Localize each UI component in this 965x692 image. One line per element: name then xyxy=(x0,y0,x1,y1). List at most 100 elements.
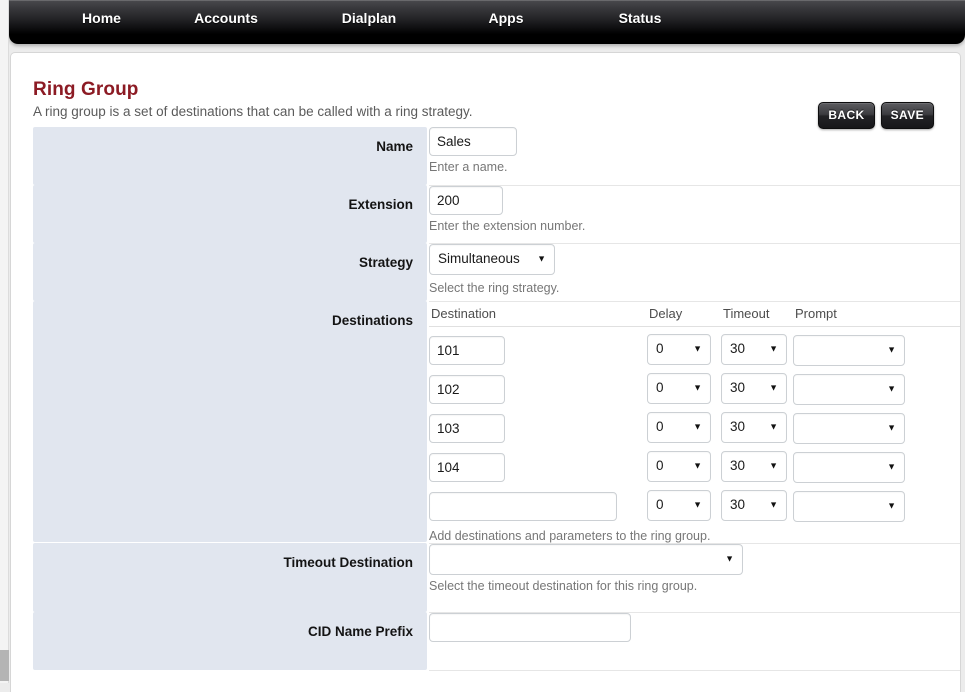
prompt-cell: ▼ xyxy=(793,451,913,483)
chevron-down-icon: ▼ xyxy=(693,343,702,354)
destination-cell xyxy=(429,452,647,482)
timeout-select[interactable]: 30 ▼ xyxy=(721,489,787,521)
page-header: Ring Group A ring group is a set of dest… xyxy=(11,53,960,129)
nav-item-home[interactable]: Home xyxy=(54,0,149,36)
chevron-down-icon: ▼ xyxy=(537,253,546,264)
field-cell-timeout-destination: ▼ Select the timeout destination for thi… xyxy=(429,543,960,613)
label-cell-strategy: Strategy xyxy=(11,243,429,301)
delay-select[interactable]: 0 ▼ xyxy=(647,333,711,365)
timeout-select[interactable]: 30 ▼ xyxy=(721,411,787,443)
timeout-destination-select[interactable]: ▼ xyxy=(429,543,743,575)
chevron-down-icon: ▼ xyxy=(769,343,778,354)
destination-row: 0▼30▼▼ xyxy=(429,333,960,367)
label-cell-extension: Extension xyxy=(11,185,429,243)
field-cell-destinations: Destination Delay Timeout Prompt 0▼30▼▼0… xyxy=(429,301,960,544)
destination-input[interactable] xyxy=(429,374,505,404)
prompt-select[interactable]: ▼ xyxy=(793,412,905,444)
field-cell-extension: Enter the extension number. xyxy=(429,185,960,244)
destination-row: 0▼30▼▼ xyxy=(429,450,960,484)
field-cell-strategy: Simultaneous ▼ Select the ring strategy. xyxy=(429,243,960,302)
timeout-cell: 30 ▼ xyxy=(721,372,793,406)
column-header-destination: Destination xyxy=(431,305,497,321)
chevron-down-icon: ▼ xyxy=(693,421,702,432)
hint-destinations: Add destinations and parameters to the r… xyxy=(429,528,711,543)
nav-item-dialplan[interactable]: Dialplan xyxy=(319,0,419,36)
label-cell-name: Name xyxy=(11,127,429,185)
delay-cell: 0 ▼ xyxy=(647,333,721,367)
form-row-cid-name-prefix: CID Name Prefix xyxy=(11,612,960,671)
destination-input[interactable] xyxy=(429,413,505,443)
delay-select[interactable]: 0 ▼ xyxy=(647,411,711,443)
page-scrollbar-thumb[interactable] xyxy=(0,650,9,681)
destination-input[interactable] xyxy=(429,335,505,365)
label-extension: Extension xyxy=(348,197,413,212)
column-header-delay: Delay xyxy=(649,305,683,321)
timeout-cell: 30 ▼ xyxy=(721,489,793,523)
delay-select[interactable]: 0 ▼ xyxy=(647,372,711,404)
prompt-cell: ▼ xyxy=(793,490,913,522)
destination-row: 0▼30▼▼ xyxy=(429,411,960,445)
chevron-down-icon: ▼ xyxy=(887,500,896,511)
chevron-down-icon: ▼ xyxy=(693,460,702,471)
timeout-select[interactable]: 30 ▼ xyxy=(721,333,787,365)
extension-input[interactable] xyxy=(429,185,503,215)
label-cell-destinations: Destinations xyxy=(11,301,429,543)
chevron-down-icon: ▼ xyxy=(887,383,896,394)
strategy-select[interactable]: Simultaneous ▼ xyxy=(429,243,555,275)
header-actions: BACK SAVE xyxy=(818,102,934,129)
chevron-down-icon: ▼ xyxy=(693,382,702,393)
chevron-down-icon: ▼ xyxy=(725,553,734,564)
timeout-select[interactable]: 30 ▼ xyxy=(721,450,787,482)
timeout-cell: 30 ▼ xyxy=(721,450,793,484)
nav-item-status[interactable]: Status xyxy=(594,0,686,36)
name-input[interactable] xyxy=(429,127,517,156)
label-name: Name xyxy=(376,139,413,154)
form-row-name: Name Enter a name. xyxy=(11,127,960,186)
chevron-down-icon: ▼ xyxy=(769,382,778,393)
chevron-down-icon: ▼ xyxy=(769,460,778,471)
nav-item-apps[interactable]: Apps xyxy=(467,0,545,36)
label-cell-cid-name-prefix: CID Name Prefix xyxy=(11,612,429,670)
back-button[interactable]: BACK xyxy=(818,102,875,129)
prompt-select[interactable]: ▼ xyxy=(793,490,905,522)
page-title: Ring Group xyxy=(33,79,139,100)
prompt-select[interactable]: ▼ xyxy=(793,451,905,483)
destination-input[interactable] xyxy=(429,491,617,521)
hint-strategy: Select the ring strategy. xyxy=(429,280,560,295)
nav-item-accounts[interactable]: Accounts xyxy=(172,0,280,36)
field-cell-cid-name-prefix xyxy=(429,612,960,671)
delay-select[interactable]: 0 ▼ xyxy=(647,450,711,482)
content-panel: Ring Group A ring group is a set of dest… xyxy=(10,52,961,692)
cid-name-prefix-input[interactable] xyxy=(429,612,631,642)
field-cell-name: Enter a name. xyxy=(429,127,960,186)
prompt-cell: ▼ xyxy=(793,373,913,405)
form-row-strategy: Strategy Simultaneous ▼ Select the ring … xyxy=(11,243,960,302)
column-header-prompt: Prompt xyxy=(795,305,837,321)
save-button[interactable]: SAVE xyxy=(880,102,934,129)
delay-cell: 0 ▼ xyxy=(647,450,721,484)
chevron-down-icon: ▼ xyxy=(887,422,896,433)
timeout-select[interactable]: 30 ▼ xyxy=(721,372,787,404)
label-timeout-destination: Timeout Destination xyxy=(283,555,413,570)
chevron-down-icon: ▼ xyxy=(769,499,778,510)
delay-cell: 0 ▼ xyxy=(647,411,721,445)
destination-cell xyxy=(429,413,647,443)
chevron-down-icon: ▼ xyxy=(769,421,778,432)
destinations-column-headers: Destination Delay Timeout Prompt xyxy=(429,302,960,327)
ring-group-form: Name Enter a name. Extension Enter th xyxy=(11,127,960,671)
prompt-cell: ▼ xyxy=(793,334,913,366)
page-scrollbar[interactable] xyxy=(0,0,9,683)
prompt-select[interactable]: ▼ xyxy=(793,373,905,405)
destination-cell xyxy=(429,335,647,365)
destination-cell xyxy=(429,374,647,404)
destination-input[interactable] xyxy=(429,452,505,482)
delay-select[interactable]: 0 ▼ xyxy=(647,489,711,521)
hint-extension: Enter the extension number. xyxy=(429,218,586,233)
form-row-timeout-destination: Timeout Destination ▼ Select the timeout… xyxy=(11,543,960,613)
chevron-down-icon: ▼ xyxy=(887,461,896,472)
label-strategy: Strategy xyxy=(358,255,413,270)
form-row-destinations: Destinations Destination Delay Timeout P… xyxy=(11,301,960,544)
label-cid-name-prefix: CID Name Prefix xyxy=(307,624,413,639)
prompt-select[interactable]: ▼ xyxy=(793,334,905,366)
timeout-cell: 30 ▼ xyxy=(721,411,793,445)
